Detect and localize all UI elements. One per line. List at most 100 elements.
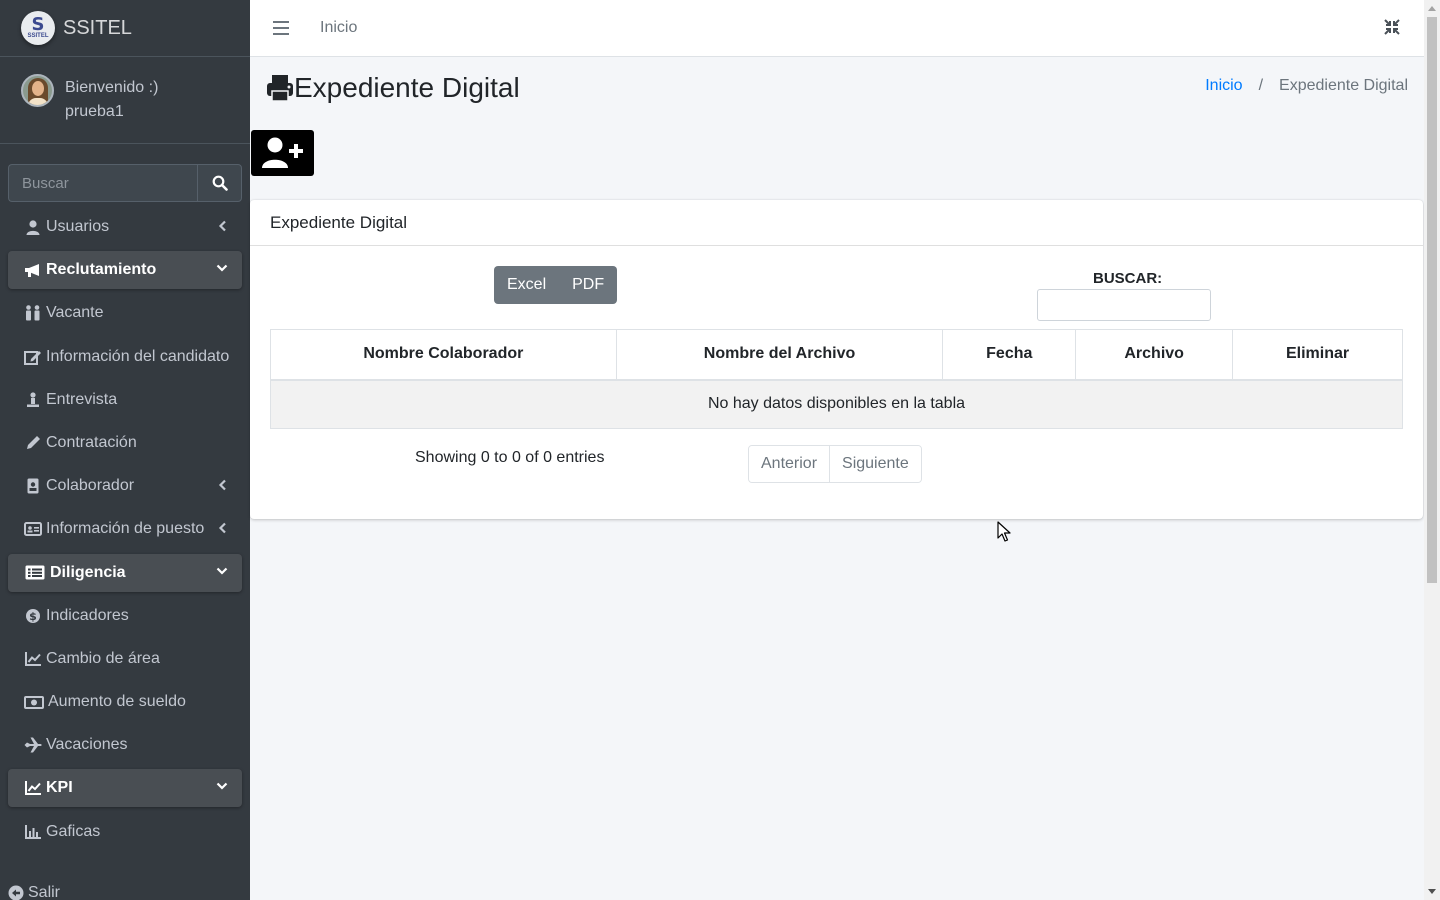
breadcrumb: Inicio / Expediente Digital <box>1205 77 1408 95</box>
breadcrumb-separator: / <box>1258 77 1264 94</box>
logout-label: Salir <box>28 884 61 900</box>
pen-icon <box>24 435 42 451</box>
table-info: Showing 0 to 0 of 0 entries <box>415 449 605 466</box>
sidebar-item-label: Vacante <box>46 304 104 322</box>
sidebar-item-label: Vacaciones <box>46 736 128 754</box>
brand-logo-letter: S <box>31 13 45 35</box>
id-badge-icon <box>24 478 42 494</box>
chart-bar-icon <box>24 824 42 840</box>
export-button-group: Excel PDF <box>494 266 618 304</box>
table-search-input[interactable] <box>1037 289 1211 321</box>
sidebar-nav: Usuarios Reclutamiento Vacante Informaci… <box>8 208 242 856</box>
sidebar-item-label: KPI <box>46 779 73 797</box>
search-icon <box>212 175 228 191</box>
chart-line-icon <box>24 651 42 667</box>
top-navbar: Inicio <box>250 0 1424 57</box>
brand-name: SSITEL <box>63 16 132 39</box>
sidebar-item-vacaciones[interactable]: Vacaciones <box>8 726 242 764</box>
brand-logo-subtext: SSITEL <box>27 32 49 39</box>
arrow-circle-left-icon <box>8 885 24 900</box>
user-plus-icon <box>261 137 303 168</box>
user-name[interactable]: prueba1 <box>65 100 158 124</box>
page-title: Expediente Digital <box>266 72 520 104</box>
expediente-card: Expediente Digital Excel PDF BUSCAR: Nom… <box>250 200 1423 519</box>
sidebar-item-label: Cambio de área <box>46 649 160 667</box>
dollar-circle-icon: $ <box>24 608 42 624</box>
sidebar-item-diligencia[interactable]: Diligencia <box>8 553 242 592</box>
expediente-table: Nombre Colaborador Nombre del Archivo Fe… <box>270 329 1403 429</box>
export-excel-button[interactable]: Excel <box>494 266 559 304</box>
sidebar-search-button[interactable] <box>197 164 242 202</box>
scrollbar-thumb[interactable] <box>1427 17 1437 583</box>
mouse-cursor-icon <box>997 521 1011 542</box>
page-title-text: Expediente Digital <box>294 72 520 103</box>
sidebar-search <box>8 164 242 202</box>
table-empty-message: No hay datos disponibles en la tabla <box>270 379 1403 429</box>
edit-icon <box>24 349 42 365</box>
sidebar-item-label: Entrevista <box>46 390 118 408</box>
sidebar-item-reclutamiento[interactable]: Reclutamiento <box>8 251 242 290</box>
sidebar-item-label: Gaficas <box>46 822 101 840</box>
sidebar-item-label: Contratación <box>46 433 137 451</box>
card-title: Expediente Digital <box>250 200 1423 246</box>
breadcrumb-home-link[interactable]: Inicio <box>1205 77 1242 95</box>
sidebar-item-informacion-puesto[interactable]: Información de puesto <box>8 510 242 548</box>
chevron-down-icon <box>216 567 228 575</box>
sidebar-item-label: Usuarios <box>46 218 110 235</box>
sidebar-item-label: Colaborador <box>46 477 135 495</box>
user-greeting: Bienvenido :) <box>65 79 159 96</box>
sidebar-item-label: Indicadores <box>46 606 129 624</box>
user-icon <box>24 219 42 235</box>
table-header-row: Nombre Colaborador Nombre del Archivo Fe… <box>270 329 1403 381</box>
sidebar-item-graficas[interactable]: Gaficas <box>8 813 242 851</box>
avatar[interactable] <box>21 74 54 107</box>
user-panel: Bienvenido :) prueba1 <box>0 57 250 144</box>
column-header-archivo[interactable]: Archivo <box>1075 329 1234 381</box>
top-nav-home-link[interactable]: Inicio <box>320 19 357 37</box>
sidebar-item-colaborador[interactable]: Colaborador <box>8 467 242 505</box>
sidebar-item-informacion-candidato[interactable]: Información del candidato <box>8 338 242 376</box>
sidebar-item-cambio-area[interactable]: Cambio de área <box>8 640 242 678</box>
sidebar-item-usuarios[interactable]: Usuarios <box>8 208 242 246</box>
money-bill-icon <box>24 694 44 710</box>
chart-line-icon <box>24 780 42 796</box>
sidebar-item-entrevista[interactable]: Entrevista <box>8 381 242 419</box>
column-header-colaborador[interactable]: Nombre Colaborador <box>270 329 617 381</box>
sidebar-item-contratacion[interactable]: Contratación <box>8 424 242 462</box>
sidebar-item-vacante[interactable]: Vacante <box>8 294 242 332</box>
pagination-next-button[interactable]: Siguiente <box>829 446 921 482</box>
sidebar-search-input[interactable] <box>8 164 197 202</box>
sidebar-item-indicadores[interactable]: $ Indicadores <box>8 597 242 635</box>
breadcrumb-current: Expediente Digital <box>1279 77 1408 94</box>
brand-link[interactable]: S SSITEL SSITEL <box>0 0 250 57</box>
people-icon <box>24 305 42 321</box>
svg-text:$: $ <box>29 610 37 623</box>
page-scrollbar[interactable] <box>1424 0 1440 900</box>
scroll-down-icon[interactable] <box>1428 889 1436 894</box>
logout-link[interactable]: Salir <box>8 884 60 900</box>
sidebar-item-label: Diligencia <box>50 563 126 581</box>
sidebar-item-label: Información del candidato <box>46 347 230 365</box>
column-header-nombre-archivo[interactable]: Nombre del Archivo <box>615 329 944 381</box>
column-header-eliminar[interactable]: Eliminar <box>1232 329 1403 381</box>
bullhorn-icon <box>24 262 42 278</box>
chevron-down-icon <box>216 783 228 790</box>
chevron-left-icon <box>218 479 226 491</box>
chevron-left-icon <box>218 220 226 232</box>
print-icon <box>267 75 293 102</box>
pagination-previous-button[interactable]: Anterior <box>749 446 830 482</box>
table-search-label: BUSCAR: <box>1093 270 1163 287</box>
sidebar-item-label: Información de puesto <box>46 520 205 538</box>
sidebar-item-label: Reclutamiento <box>46 261 157 279</box>
sidebar-item-aumento-sueldo[interactable]: Aumento de sueldo <box>8 683 242 721</box>
menu-toggle-icon[interactable] <box>273 21 289 35</box>
table-row: No hay datos disponibles en la tabla <box>270 379 1403 429</box>
scroll-up-icon[interactable] <box>1428 6 1436 11</box>
export-pdf-button[interactable]: PDF <box>559 266 617 304</box>
sidebar-item-kpi[interactable]: KPI <box>8 769 242 808</box>
pagination: Anterior Siguiente <box>748 445 922 483</box>
chevron-left-icon <box>218 523 226 534</box>
fullscreen-compress-icon[interactable] <box>1384 19 1400 40</box>
column-header-fecha[interactable]: Fecha <box>942 329 1077 381</box>
add-user-button[interactable] <box>251 130 314 176</box>
